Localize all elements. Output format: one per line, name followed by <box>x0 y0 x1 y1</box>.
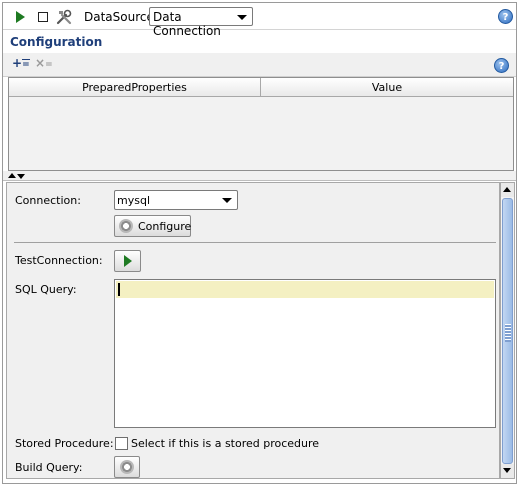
chevron-down-icon <box>222 198 232 203</box>
configuration-toolbar: += ×= ? <box>3 53 516 77</box>
gear-icon <box>119 219 133 233</box>
sql-query-label: SQL Query: <box>15 283 77 296</box>
scroll-up-button[interactable] <box>501 183 514 197</box>
configure-button-label: Configure <box>138 220 192 233</box>
help-icon[interactable]: ? <box>494 58 509 73</box>
collapse-up-icon[interactable] <box>8 173 16 178</box>
expand-down-icon[interactable] <box>17 174 25 179</box>
scroll-down-button[interactable] <box>501 464 514 478</box>
configuration-title: Configuration <box>10 35 103 49</box>
test-connection-label: TestConnection: <box>15 254 103 267</box>
configure-button[interactable]: Configure <box>114 215 191 237</box>
text-cursor <box>118 283 120 296</box>
build-query-label: Build Query: <box>15 461 83 474</box>
add-row-icon[interactable]: += <box>12 57 30 71</box>
connection-form: Connection: mysql Configure TestConnecti… <box>6 182 500 479</box>
scrollbar-thumb[interactable] <box>502 198 513 464</box>
grip-icon <box>505 324 511 342</box>
connection-select[interactable]: mysql <box>114 190 238 210</box>
stop-icon[interactable] <box>35 9 51 25</box>
remove-row-icon: ×= <box>35 56 53 70</box>
connection-label: Connection: <box>15 194 81 207</box>
test-connection-button[interactable] <box>114 250 141 272</box>
vertical-scrollbar[interactable] <box>500 182 515 479</box>
toolbar: DataSource: Data Connection ? <box>3 3 516 38</box>
sql-query-editor[interactable] <box>114 279 496 428</box>
scroll-down-icon <box>503 468 511 473</box>
prepared-properties-table[interactable]: PreparedProperties Value <box>8 77 514 171</box>
build-query-button[interactable] <box>114 456 140 478</box>
play-icon[interactable] <box>12 9 28 25</box>
stored-procedure-label: Stored Procedure: <box>15 437 114 450</box>
divider <box>14 242 496 243</box>
column-header-prepared-properties[interactable]: PreparedProperties <box>9 78 261 97</box>
scroll-up-icon <box>503 187 511 192</box>
connection-value: mysql <box>117 194 150 207</box>
chevron-down-icon <box>237 15 247 20</box>
splitter[interactable] <box>3 171 516 181</box>
column-header-value[interactable]: Value <box>261 78 513 97</box>
help-icon[interactable]: ? <box>498 9 513 24</box>
current-line-highlight <box>116 281 494 298</box>
table-header: PreparedProperties Value <box>9 78 513 97</box>
tools-icon[interactable] <box>56 9 72 25</box>
datasource-select[interactable]: Data Connection <box>149 7 253 38</box>
gear-icon <box>120 460 134 474</box>
stored-procedure-checkbox[interactable] <box>115 437 128 450</box>
stored-procedure-checkbox-label[interactable]: Select if this is a stored procedure <box>131 437 319 450</box>
data-connection-panel: DataSource: Data Connection ? Configurat… <box>2 2 517 484</box>
play-icon <box>124 255 132 267</box>
datasource-label: DataSource: <box>84 10 158 24</box>
